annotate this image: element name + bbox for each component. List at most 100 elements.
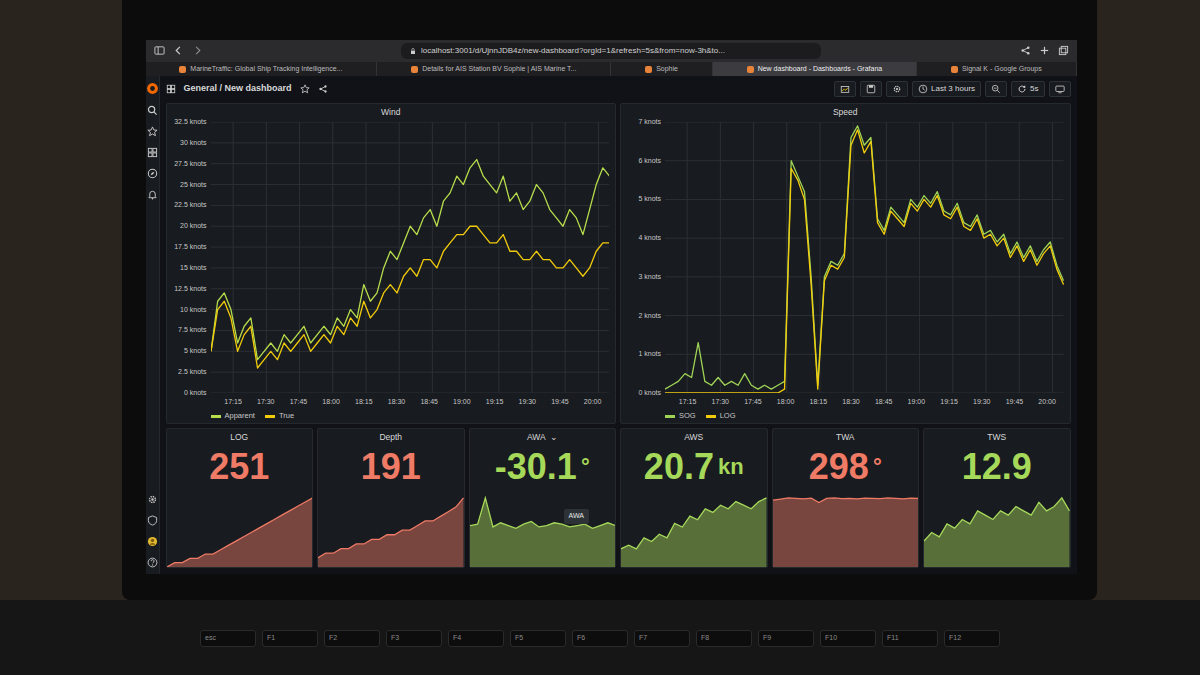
settings-button[interactable] xyxy=(886,81,908,97)
add-panel-button[interactable] xyxy=(834,81,856,97)
time-range-label: Last 3 hours xyxy=(931,83,975,95)
grid-line xyxy=(232,122,233,393)
tv-mode-button[interactable] xyxy=(1049,81,1071,97)
x-axis: 17:1517:3017:4518:0018:1518:3018:4519:00… xyxy=(211,397,610,409)
grid-line xyxy=(465,122,466,393)
panel-title[interactable]: Wind xyxy=(167,104,616,118)
x-tick: 19:45 xyxy=(998,397,1031,409)
panel-title[interactable]: LOG xyxy=(230,431,248,443)
legend-item[interactable]: Apparent xyxy=(211,410,255,421)
tab-overview-icon[interactable] xyxy=(1058,45,1069,56)
star-icon[interactable] xyxy=(147,126,158,137)
x-tick: 18:30 xyxy=(835,397,868,409)
x-tick: 18:45 xyxy=(867,397,900,409)
add-panel-icon[interactable] xyxy=(840,84,850,94)
panel-title[interactable]: TWA xyxy=(836,431,855,443)
search-icon[interactable] xyxy=(147,105,158,116)
keyboard-key[interactable]: F6 xyxy=(572,630,628,647)
favorite-icon[interactable] xyxy=(300,84,310,94)
y-tick: 22.5 knots xyxy=(167,201,207,209)
settings-icon[interactable] xyxy=(892,84,902,94)
address-bar[interactable]: localhost:3001/d/UjnnJDB4z/new-dashboard… xyxy=(401,43,821,59)
grid-icon[interactable] xyxy=(147,147,158,158)
stat-panel: TWS12.9 xyxy=(923,428,1071,568)
keyboard-key[interactable]: esc xyxy=(200,630,256,647)
grid-line xyxy=(665,276,1064,277)
keyboard-key[interactable]: F5 xyxy=(510,630,566,647)
panel-title[interactable]: Speed xyxy=(621,104,1070,118)
shield-icon[interactable] xyxy=(147,515,158,526)
panel-title[interactable]: AWS xyxy=(684,431,703,443)
stat-value: 191 xyxy=(318,443,464,491)
panel-menu[interactable]: ⌄ xyxy=(550,431,558,443)
zoom-out-icon[interactable] xyxy=(991,84,1001,94)
grafana-logo-icon[interactable] xyxy=(146,82,159,95)
share-dashboard-icon[interactable] xyxy=(318,84,328,94)
keyboard-key[interactable]: F8 xyxy=(696,630,752,647)
browser-tab[interactable]: New dashboard - Dashboards - Grafana xyxy=(713,62,917,76)
keyboard-key[interactable]: F4 xyxy=(448,630,504,647)
time-range-button[interactable]: Last 3 hours xyxy=(912,81,981,97)
legend-label: SOG xyxy=(679,410,696,421)
tab-strip: MarineTraffic: Global Ship Tracking Inte… xyxy=(146,62,1077,76)
refresh-icon[interactable] xyxy=(1017,84,1027,94)
y-tick: 7 knots xyxy=(621,118,661,126)
y-tick: 32.5 knots xyxy=(167,118,207,126)
refresh-button[interactable]: 5s xyxy=(1011,81,1044,97)
grid-line xyxy=(720,122,721,393)
value-unit: kn xyxy=(718,456,744,478)
browser-tab[interactable]: Sophie xyxy=(611,62,713,76)
compass-icon[interactable] xyxy=(147,168,158,179)
bell-icon[interactable] xyxy=(147,189,158,200)
zoom-out-button[interactable] xyxy=(985,81,1007,97)
screen-bezel: localhost:3001/d/UjnnJDB4z/new-dashboard… xyxy=(122,0,1097,600)
save-icon[interactable] xyxy=(866,84,876,94)
keyboard-key[interactable]: F12 xyxy=(944,630,1000,647)
legend-item[interactable]: LOG xyxy=(706,410,736,421)
grid-line xyxy=(952,122,953,393)
x-tick: 18:45 xyxy=(413,397,446,409)
browser-tab[interactable]: Details for AIS Station BV Sophie | AIS … xyxy=(377,62,611,76)
gear-icon[interactable] xyxy=(147,494,158,505)
stat-row: LOG251Depth191AWA⌄-30.1°AWAAWS20.7knTWA2… xyxy=(166,428,1071,568)
clock-icon[interactable] xyxy=(918,84,928,94)
help-icon[interactable] xyxy=(147,557,158,568)
x-tick: 18:15 xyxy=(347,397,380,409)
keyboard-key[interactable]: F9 xyxy=(758,630,814,647)
grid-line xyxy=(1052,122,1053,393)
browser-tab[interactable]: MarineTraffic: Global Ship Tracking Inte… xyxy=(146,62,378,76)
tv-mode-icon[interactable] xyxy=(1055,84,1065,94)
forward-icon[interactable] xyxy=(192,45,203,56)
avatar-icon[interactable] xyxy=(147,536,158,547)
keyboard-key[interactable]: F3 xyxy=(386,630,442,647)
y-tick: 5 knots xyxy=(621,195,661,203)
keyboard-key[interactable]: F7 xyxy=(634,630,690,647)
panel-title[interactable]: TWS xyxy=(987,431,1006,443)
legend-item[interactable]: SOG xyxy=(665,410,696,421)
value-number: 191 xyxy=(361,449,421,485)
breadcrumb[interactable]: General / New dashboard xyxy=(184,82,292,96)
grid-line xyxy=(886,122,887,393)
y-tick: 6 knots xyxy=(621,157,661,165)
grid-line xyxy=(919,122,920,393)
grid-line xyxy=(211,163,610,164)
sparkline-canvas xyxy=(924,491,1070,567)
share-icon[interactable] xyxy=(1020,45,1031,56)
new-tab-icon[interactable] xyxy=(1039,45,1050,56)
browser-tab[interactable]: Signal K - Google Groups xyxy=(917,62,1076,76)
sparkline-canvas xyxy=(470,491,616,567)
panel-title[interactable]: Depth xyxy=(379,431,402,443)
save-button[interactable] xyxy=(860,81,882,97)
value-number: 251 xyxy=(209,449,269,485)
panel-title[interactable]: AWA xyxy=(527,431,546,443)
y-axis: 7 knots6 knots5 knots4 knots3 knots2 kno… xyxy=(621,118,665,397)
back-icon[interactable] xyxy=(173,45,184,56)
keyboard-key[interactable]: F10 xyxy=(820,630,876,647)
legend-item[interactable]: True xyxy=(265,410,294,421)
stat-panel: TWA298° xyxy=(772,428,920,568)
keyboard-key[interactable]: F1 xyxy=(262,630,318,647)
keyboard-key[interactable]: F11 xyxy=(882,630,938,647)
sidebar-toggle-icon[interactable] xyxy=(154,45,165,56)
sparkline-fill xyxy=(470,498,616,567)
keyboard-key[interactable]: F2 xyxy=(324,630,380,647)
